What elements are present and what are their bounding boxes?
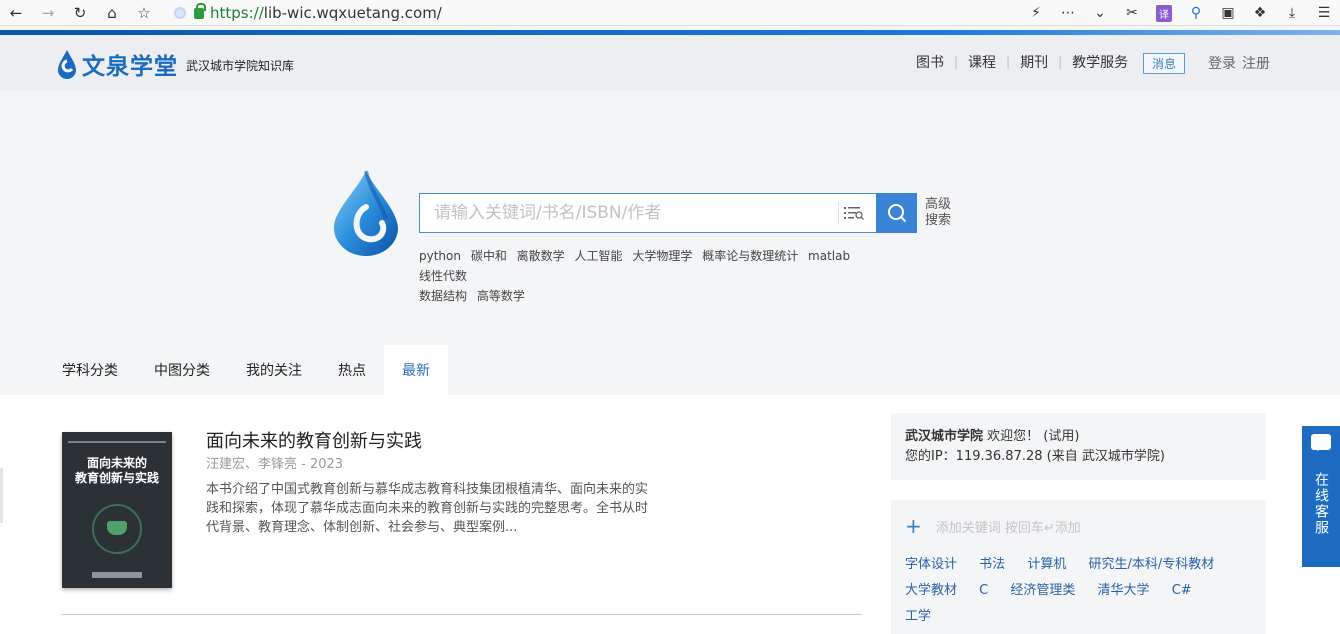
search-hero: 高级 搜索 python 碳中和 离散数学 人工智能 大学物理学 概率论与数理统…	[0, 91, 1340, 395]
welcome-text: 欢迎您！ (试用)	[983, 429, 1080, 444]
bookmarks-icon[interactable]: ☆	[128, 0, 160, 26]
category-tabs: 学科分类 中图分类 我的关注 热点 最新	[44, 345, 448, 395]
tab-following[interactable]: 我的关注	[228, 345, 320, 395]
message-button[interactable]: 消息	[1143, 53, 1185, 74]
download-icon[interactable]: ⤓	[1276, 0, 1308, 26]
book-cover[interactable]: 面向未来的 教育创新与实践	[62, 432, 172, 588]
url-text[interactable]: https://lib-wic.wqxuetang.com/	[210, 4, 442, 22]
publisher-mark	[92, 572, 142, 578]
lock-icon	[194, 2, 206, 19]
plus-icon[interactable]: +	[905, 514, 922, 538]
forward-icon[interactable]: →	[32, 0, 64, 26]
keyword-item[interactable]: C	[979, 583, 988, 598]
book-description: 本书介绍了中国式教育创新与慕华成志教育科技集团根植清华、面向未来的实践和探索，体…	[206, 482, 649, 535]
filter-list-icon[interactable]	[838, 202, 868, 224]
extensions-icon[interactable]: ❖	[1244, 0, 1276, 26]
welcome-panel: 武汉城市学院 欢迎您！ (试用) 您的IP：119.36.87.28 (来自 武…	[891, 413, 1266, 480]
auth-links: 登录 注册	[1208, 53, 1270, 73]
tab-latest[interactable]: 最新	[384, 345, 448, 395]
cover-emblem	[92, 504, 142, 554]
browser-toolbar: ← → ↻ ⌂ ☆ https://lib-wic.wqxuetang.com/…	[0, 0, 1340, 26]
nav-separator: |	[954, 55, 959, 69]
book-title[interactable]: 面向未来的教育创新与实践	[206, 427, 422, 453]
hot-word[interactable]: 线性代数	[419, 269, 467, 283]
chat-icon	[1311, 434, 1331, 451]
cut-icon[interactable]: ✂	[1116, 0, 1148, 26]
hot-word[interactable]: 高等数学	[477, 289, 525, 303]
site-logo[interactable]: 文泉学堂 武汉城市学院知识库	[56, 47, 294, 81]
big-logo-icon	[333, 170, 398, 257]
top-nav: 图书 | 课程 | 期刊 | 教学服务	[916, 52, 1128, 72]
keyword-item[interactable]: 工学	[905, 609, 931, 624]
nav-separator: |	[1058, 55, 1063, 69]
more-icon[interactable]: ⋯	[1052, 0, 1084, 26]
keyword-item[interactable]: C#	[1172, 583, 1192, 598]
logo-title: 文泉学堂	[82, 54, 178, 80]
hot-word[interactable]: matlab	[808, 249, 850, 263]
cover-stripe	[68, 441, 166, 443]
add-keyword-placeholder: 添加关键词 按回车↵添加	[935, 520, 1081, 536]
add-keyword-field[interactable]: + 添加关键词 按回车↵添加	[905, 514, 1081, 538]
nav-books[interactable]: 图书	[916, 52, 944, 72]
search-icon	[887, 204, 906, 222]
search-button[interactable]	[876, 193, 917, 233]
main-content: 面向未来的 教育创新与实践 面向未来的教育创新与实践 汪建宏、李锋亮 - 202…	[0, 395, 1340, 634]
nav-separator: |	[1006, 55, 1011, 69]
list-divider	[62, 614, 862, 615]
nav-teaching-service[interactable]: 教学服务	[1072, 52, 1128, 72]
keyword-item[interactable]: 清华大学	[1098, 583, 1150, 598]
keyword-item[interactable]: 研究生/本科/专科教材	[1088, 557, 1214, 572]
nav-courses[interactable]: 课程	[968, 52, 996, 72]
hot-word[interactable]: 概率论与数理统计	[702, 249, 798, 263]
register-link[interactable]: 注册	[1242, 53, 1270, 73]
keyword-item[interactable]: 书法	[979, 557, 1005, 572]
school-name: 武汉城市学院	[905, 429, 984, 444]
advanced-search-link[interactable]: 高级 搜索	[925, 197, 955, 229]
keyword-item[interactable]: 字体设计	[905, 557, 957, 572]
hot-keywords: python 碳中和 离散数学 人工智能 大学物理学 概率论与数理统计 matl…	[419, 246, 879, 306]
lightning-icon[interactable]: ⚡	[1020, 0, 1052, 26]
tab-hot[interactable]: 热点	[320, 345, 384, 395]
book-meta: 汪建宏、李锋亮 - 2023	[206, 457, 344, 472]
home-icon[interactable]: ⌂	[96, 0, 128, 26]
logo-subtitle: 武汉城市学院知识库	[186, 58, 295, 73]
login-link[interactable]: 登录	[1208, 53, 1236, 73]
online-service-button[interactable]: 在线客服	[1302, 426, 1340, 567]
hot-word[interactable]: 数据结构	[419, 289, 467, 303]
tab-clc[interactable]: 中图分类	[136, 345, 228, 395]
hot-word[interactable]: 大学物理学	[632, 249, 692, 263]
back-icon[interactable]: ←	[0, 0, 32, 26]
site-info-icon[interactable]	[174, 7, 186, 19]
translate-icon[interactable]: 译	[1148, 0, 1180, 26]
logo-drop-icon	[58, 50, 76, 79]
search-extension-icon[interactable]: ⚲	[1180, 0, 1212, 26]
ip-info: 您的IP：119.36.87.28 (来自 武汉城市学院)	[905, 449, 1165, 464]
hot-word[interactable]: 碳中和	[471, 249, 507, 263]
chevron-down-icon[interactable]: ⌄	[1084, 0, 1116, 26]
hot-word[interactable]: 离散数学	[517, 249, 565, 263]
search-input[interactable]	[434, 194, 834, 232]
keyword-item[interactable]: 计算机	[1027, 557, 1066, 572]
online-service-label: 在线客服	[1313, 472, 1329, 536]
cover-title: 面向未来的 教育创新与实践	[74, 456, 159, 485]
nav-journals[interactable]: 期刊	[1020, 52, 1048, 72]
keyword-item[interactable]: 大学教材	[905, 583, 957, 598]
keyword-list: 字体设计 书法 计算机 研究生/本科/专科教材 大学教材 C 经济管理类 清华大…	[905, 552, 1255, 630]
keyword-panel: + 添加关键词 按回车↵添加 字体设计 书法 计算机 研究生/本科/专科教材 大…	[891, 500, 1266, 634]
menu-icon[interactable]: ☰	[1308, 0, 1340, 26]
site-header: 文泉学堂 武汉城市学院知识库 图书 | 课程 | 期刊 | 教学服务 消息 登录…	[0, 35, 1340, 91]
tab-subject[interactable]: 学科分类	[44, 345, 136, 395]
reader-icon[interactable]: ▣	[1212, 0, 1244, 26]
hot-word[interactable]: python	[419, 249, 461, 263]
hot-word[interactable]: 人工智能	[575, 249, 623, 263]
left-edge-handle[interactable]	[0, 468, 3, 523]
search-box	[419, 193, 877, 233]
keyword-item[interactable]: 经济管理类	[1010, 583, 1075, 598]
reload-icon[interactable]: ↻	[64, 0, 96, 26]
